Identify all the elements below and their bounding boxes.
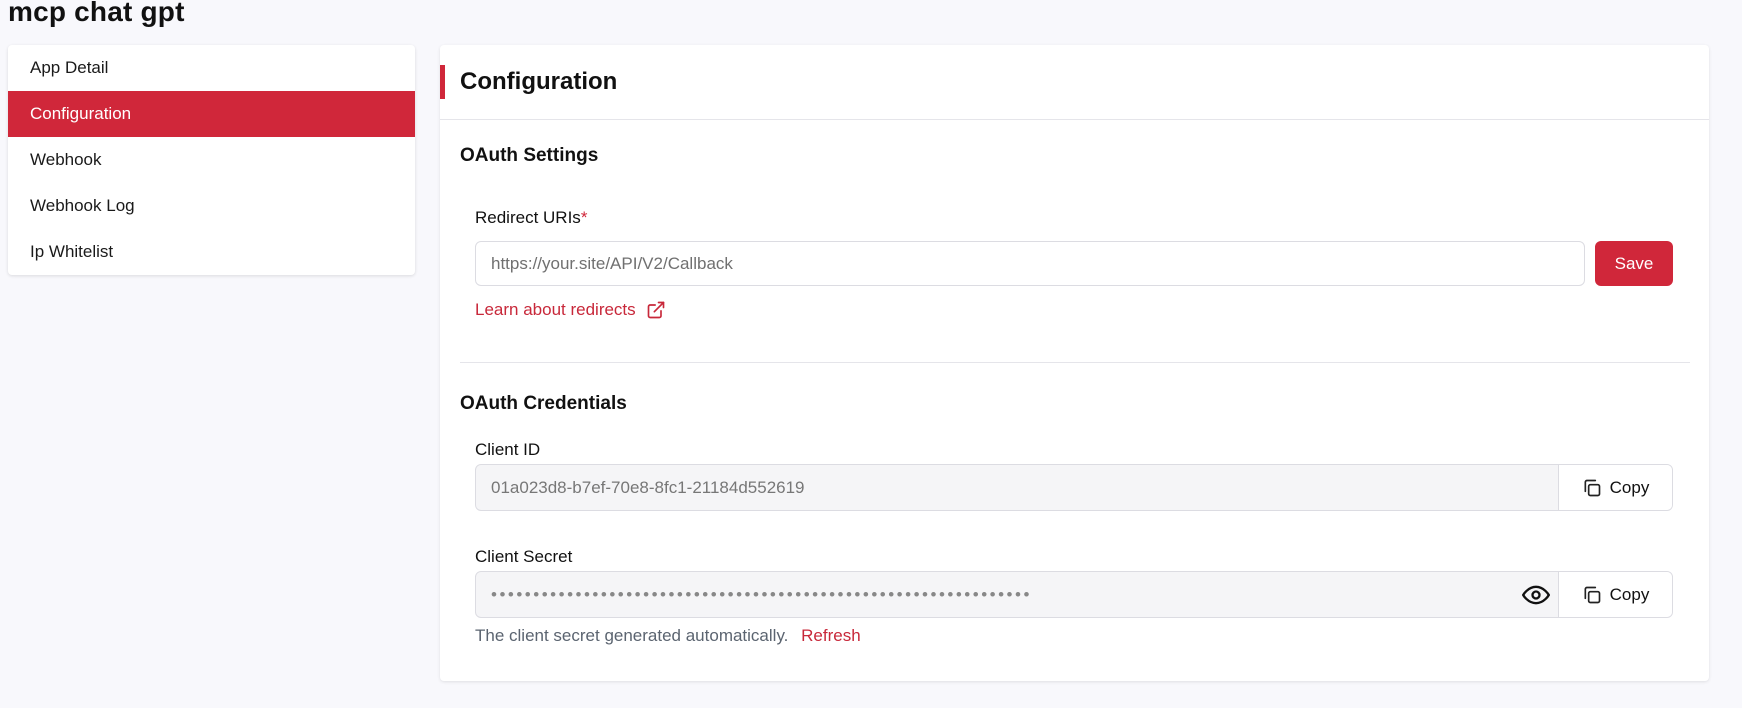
learn-about-redirects-text: Learn about redirects — [475, 300, 636, 319]
sidebar: App Detail Configuration Webhook Webhook… — [8, 45, 415, 275]
sidebar-item-ip-whitelist[interactable]: Ip Whitelist — [8, 229, 415, 275]
section-divider — [460, 362, 1690, 363]
sidebar-item-webhook[interactable]: Webhook — [8, 137, 415, 183]
header-accent-bar — [440, 65, 445, 99]
copy-client-id-button[interactable]: Copy — [1558, 465, 1672, 510]
client-secret-helper: The client secret generated automaticall… — [475, 626, 861, 646]
save-button[interactable]: Save — [1595, 241, 1673, 286]
copy-icon — [1584, 586, 1600, 603]
learn-about-redirects-link[interactable]: Learn about redirects — [475, 300, 666, 320]
required-mark: * — [580, 208, 588, 227]
redirect-uris-label-text: Redirect URIs — [475, 208, 581, 227]
configuration-card: Configuration OAuth Settings Redirect UR… — [440, 45, 1709, 681]
card-header: Configuration — [440, 45, 1709, 120]
sidebar-item-app-detail[interactable]: App Detail — [8, 45, 415, 91]
sidebar-item-configuration[interactable]: Configuration — [8, 91, 415, 137]
refresh-secret-link[interactable]: Refresh — [801, 626, 861, 645]
page-title: Configuration — [460, 68, 618, 95]
client-id-value[interactable]: 01a023d8-b7ef-70e8-8fc1-21184d552619 — [476, 465, 1558, 510]
redirect-uri-input[interactable] — [475, 241, 1585, 286]
client-secret-field: ••••••••••••••••••••••••••••••••••••••••… — [475, 571, 1673, 618]
external-link-icon — [647, 301, 664, 319]
client-secret-label: Client Secret — [475, 547, 573, 566]
copy-client-secret-button[interactable]: Copy — [1558, 572, 1672, 617]
toggle-secret-visibility[interactable] — [1513, 572, 1558, 617]
client-id-field: 01a023d8-b7ef-70e8-8fc1-21184d552619 Cop… — [475, 464, 1673, 511]
client-id-label: Client ID — [475, 440, 541, 459]
client-secret-value[interactable]: ••••••••••••••••••••••••••••••••••••••••… — [476, 572, 1513, 617]
oauth-settings-title: OAuth Settings — [460, 145, 599, 166]
app-title: mcp chat gpt — [8, 0, 185, 27]
copy-client-secret-label: Copy — [1609, 584, 1650, 604]
oauth-credentials-title: OAuth Credentials — [460, 393, 627, 414]
copy-client-id-label: Copy — [1609, 477, 1650, 497]
sidebar-item-webhook-log[interactable]: Webhook Log — [8, 183, 415, 229]
client-secret-helper-text: The client secret generated automaticall… — [475, 626, 789, 645]
copy-icon — [1584, 479, 1600, 496]
client-secret-masked: ••••••••••••••••••••••••••••••••••••••••… — [491, 584, 1032, 604]
eye-icon — [1521, 585, 1550, 604]
page: mcp chat gpt App Detail Configuration We… — [0, 0, 1742, 708]
redirect-uris-label: Redirect URIs* — [475, 208, 587, 228]
